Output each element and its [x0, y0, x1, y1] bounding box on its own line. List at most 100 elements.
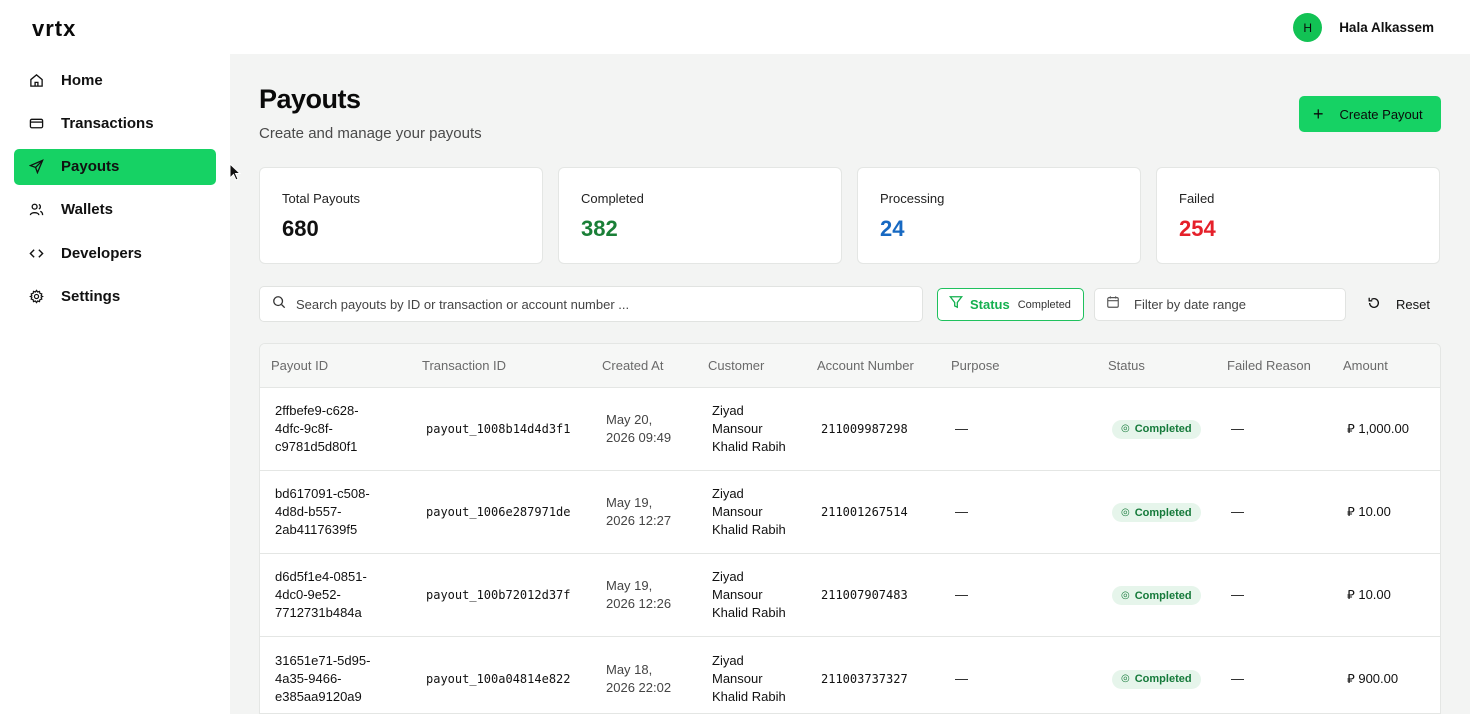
table-row[interactable]: 2ffbefe9-c628- 4dfc-9c8f-c9781d5d80f1 pay…: [260, 387, 1440, 471]
transaction-id-cell: payout_100a04814e822: [426, 671, 571, 686]
customer-line: Khalid Rabih: [712, 605, 786, 621]
sidebar-item-transactions[interactable]: Transactions: [14, 105, 216, 141]
user-menu[interactable]: H Hala Alkassem: [1293, 13, 1434, 42]
sidebar: Home Transactions Payouts Wallets Develo…: [0, 54, 230, 714]
send-icon: [28, 159, 44, 175]
plus-icon: +: [1313, 104, 1324, 124]
search-box[interactable]: [259, 286, 923, 322]
payout-id-line: 4a35-9466-: [275, 670, 342, 686]
top-bar: vrtx H Hala Alkassem: [0, 0, 1470, 54]
payout-id-line: 31651e71-5d95-: [275, 652, 371, 668]
sidebar-item-wallets[interactable]: Wallets: [14, 192, 216, 228]
table-row[interactable]: 31651e71-5d95- 4a35-9466- e385aa9120a9 pay…: [260, 637, 1440, 713]
payout-id-line: 7712731b484a: [275, 605, 362, 621]
table-row[interactable]: bd617091-c508- 4d8d-b557- 2ab4117639f5 pay…: [260, 470, 1440, 554]
stat-value: 382: [581, 216, 618, 241]
filter-icon: [948, 295, 964, 314]
reset-label: Reset: [1396, 297, 1430, 312]
purpose-cell: —: [955, 420, 968, 436]
amount-cell: ⃁ 10.00: [1347, 587, 1391, 603]
created-at-cell: May 20, 2026 09:49: [591, 387, 697, 470]
status-badge: ◎ Completed: [1112, 669, 1201, 689]
purpose-cell: —: [955, 587, 968, 603]
reset-icon: [1367, 296, 1381, 313]
user-name[interactable]: Hala Alkassem: [1339, 20, 1434, 35]
customer-line: Ziyad: [712, 402, 744, 418]
customer-line: Khalid Rabih: [712, 438, 786, 454]
code-icon: [28, 245, 44, 261]
column-header[interactable]: Purpose: [940, 344, 1097, 388]
column-header[interactable]: Transaction ID: [411, 344, 591, 388]
column-header[interactable]: Amount: [1332, 344, 1440, 388]
search-icon: [272, 295, 286, 314]
create-payout-label: Create Payout: [1339, 106, 1423, 122]
stat-value: 24: [880, 216, 905, 241]
stat-card-completed: Completed 382: [558, 167, 842, 264]
stat-card-failed: Failed 254: [1156, 167, 1440, 264]
sidebar-item-label: Settings: [61, 287, 121, 305]
status-badge: ◎ Completed: [1112, 419, 1201, 439]
sidebar-item-home[interactable]: Home: [14, 62, 216, 98]
customer-line: Mansour: [712, 420, 763, 436]
avatar[interactable]: H: [1293, 13, 1323, 42]
failed-reason-cell: —: [1231, 420, 1244, 436]
reset-button[interactable]: Reset: [1367, 296, 1430, 313]
sidebar-item-developers[interactable]: Developers: [14, 235, 216, 271]
payout-id-line: d6d5f1e4-0851-: [275, 569, 367, 585]
column-header[interactable]: Payout ID: [260, 344, 411, 388]
stat-value: 680: [282, 216, 319, 241]
created-at-cell: May 19, 2026 12:26: [591, 554, 697, 637]
stat-card-processing: Processing 24: [857, 167, 1141, 264]
amount-cell: ⃁ 1,000.00: [1347, 420, 1409, 436]
logo[interactable]: vrtx: [32, 16, 76, 42]
check-circle-icon: ◎: [1121, 506, 1130, 518]
customer-line: Ziyad: [712, 652, 744, 668]
transaction-id-cell: payout_100b72012d37f: [426, 588, 571, 603]
sidebar-item-settings[interactable]: Settings: [14, 278, 216, 314]
main-content: Payouts Create and manage your payouts +…: [230, 54, 1470, 714]
payout-id-cell: d6d5f1e4-0851- 4dc0-9e52- 7712731b484a: [260, 554, 411, 637]
status-badge-text: Completed: [1134, 506, 1192, 519]
column-header[interactable]: Failed Reason: [1216, 344, 1332, 388]
customer-cell: Ziyad Mansour Khalid Rabih: [697, 554, 806, 637]
column-header[interactable]: Created At: [591, 344, 697, 388]
customer-line: Khalid Rabih: [712, 688, 786, 704]
status-filter-button[interactable]: Status Completed: [937, 288, 1084, 321]
customer-line: Mansour: [712, 670, 763, 686]
customer-line: Mansour: [712, 587, 763, 603]
status-cell: ◎ Completed: [1097, 470, 1216, 553]
column-header[interactable]: Status: [1097, 344, 1216, 388]
check-circle-icon: ◎: [1121, 589, 1130, 601]
status-badge: ◎ Completed: [1112, 586, 1201, 606]
sidebar-item-payouts[interactable]: Payouts: [14, 148, 216, 185]
search-input[interactable]: [296, 296, 922, 312]
payout-id-cell: 31651e71-5d95- 4a35-9466- e385aa9120a9: [260, 637, 411, 713]
status-badge: ◎ Completed: [1112, 503, 1201, 523]
payout-id-line: 4d8d-b557-: [275, 503, 342, 519]
calendar-icon: [1106, 295, 1120, 314]
status-filter-label: Status: [970, 297, 1010, 312]
table-header-row: Payout ID Transaction ID Created At Cust…: [260, 344, 1440, 388]
column-header[interactable]: Customer: [697, 344, 806, 388]
table-row[interactable]: d6d5f1e4-0851- 4dc0-9e52- 7712731b484a pay…: [260, 554, 1440, 637]
status-badge-text: Completed: [1134, 673, 1192, 686]
payout-id-line: 4dfc-9c8f-: [275, 420, 333, 436]
column-header[interactable]: Account Number: [806, 344, 940, 388]
account-number-cell: 211003737327: [821, 671, 908, 686]
created-at-line: 2026 12:27: [606, 512, 672, 528]
created-at-line: May 18,: [606, 661, 653, 677]
customer-cell: Ziyad Mansour Khalid Rabih: [697, 387, 806, 470]
customer-cell: Ziyad Mansour Khalid Rabih: [697, 637, 806, 713]
date-range-filter[interactable]: Filter by date range: [1094, 288, 1346, 321]
created-at-line: 2026 22:02: [606, 679, 672, 695]
stat-label: Processing: [880, 191, 945, 206]
sidebar-item-label: Wallets: [61, 201, 113, 219]
check-circle-icon: ◎: [1121, 673, 1130, 685]
status-filter-value: Completed: [1017, 298, 1071, 311]
created-at-line: 2026 12:26: [606, 596, 672, 612]
create-payout-button[interactable]: + Create Payout: [1299, 96, 1441, 132]
purpose-cell: —: [955, 503, 968, 519]
payout-id-line: c9781d5d80f1: [275, 438, 358, 454]
failed-reason-cell: —: [1231, 503, 1244, 519]
account-number-cell: 211001267514: [821, 504, 908, 519]
